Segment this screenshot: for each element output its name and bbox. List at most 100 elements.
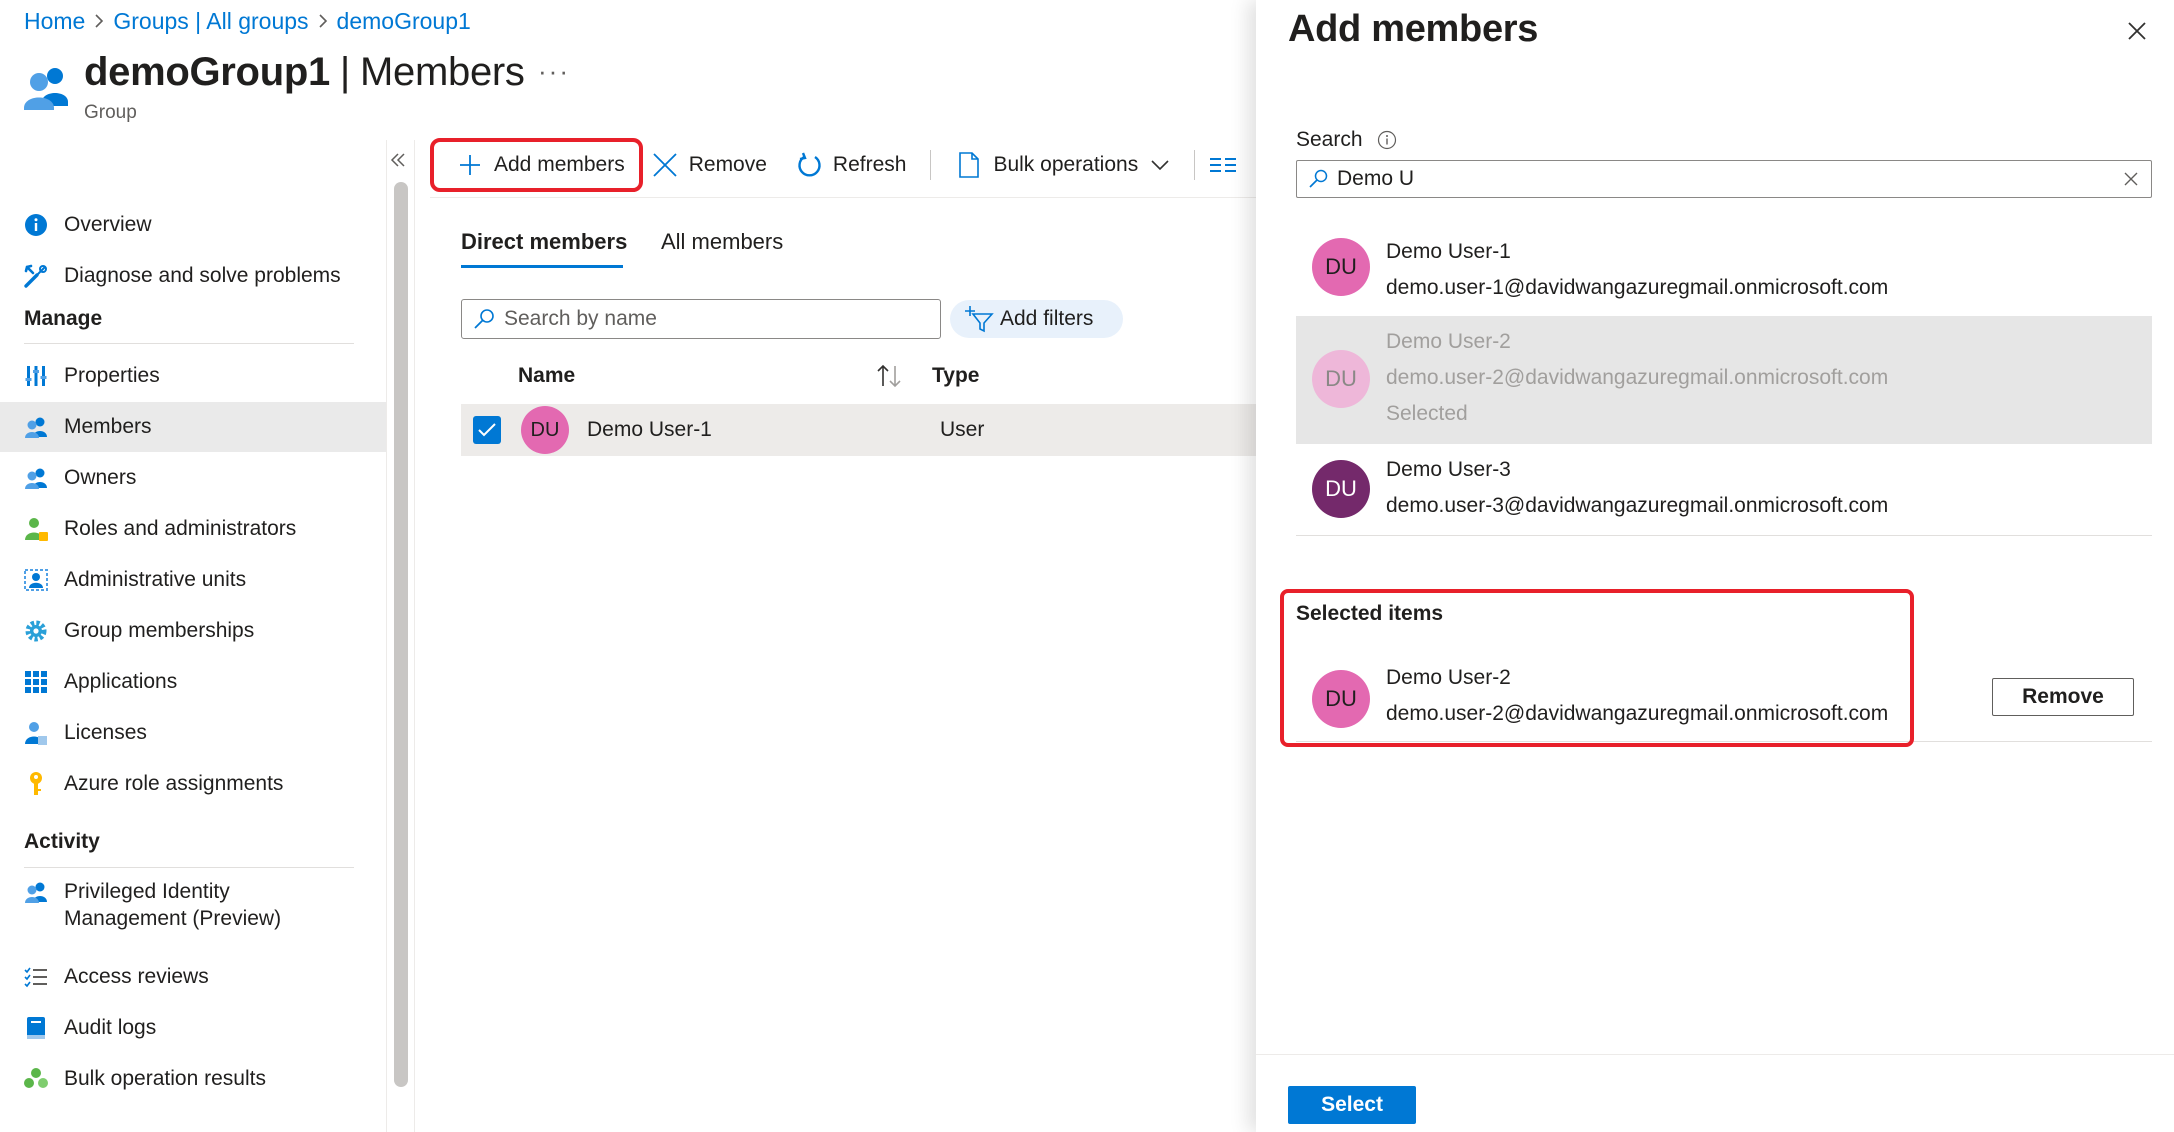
main-border — [414, 140, 415, 1132]
key-icon — [22, 770, 50, 798]
panel-search-input[interactable] — [1337, 167, 2117, 191]
sidebar-item-label: Audit logs — [64, 1016, 157, 1039]
page-title-group: demoGroup1 — [84, 50, 330, 94]
sidebar-scrollbar[interactable] — [394, 182, 408, 1087]
columns-button[interactable] — [1205, 142, 1251, 188]
refresh-icon — [795, 151, 823, 179]
chevron-right-icon — [85, 6, 113, 36]
column-header-type[interactable]: Type — [932, 364, 979, 388]
remove-button[interactable]: Remove — [645, 142, 781, 188]
row-name: Demo User-1 — [587, 418, 712, 441]
group-icon — [22, 62, 72, 112]
close-icon[interactable] — [2122, 16, 2152, 46]
checklist-icon — [22, 963, 50, 991]
search-label: Search — [1296, 128, 1397, 152]
row-checkbox[interactable] — [473, 416, 501, 444]
sidebar-item-label: Owners — [64, 466, 137, 489]
sidebar-item-members[interactable]: Members — [0, 402, 386, 452]
more-options-button[interactable]: ··· — [538, 56, 570, 87]
sidebar-item-properties[interactable]: Properties — [0, 351, 386, 401]
sort-icon[interactable] — [874, 362, 904, 390]
result-email: demo.user-1@davidwangazuregmail.onmicros… — [1386, 276, 1889, 299]
avatar: DU — [1312, 460, 1370, 518]
breadcrumb: Home Groups | All groups demoGroup1 — [24, 6, 471, 36]
toolbar-divider — [930, 150, 932, 180]
pim-icon — [22, 878, 50, 906]
sidebar-item-pim[interactable]: Privileged Identity Management (Preview) — [0, 878, 386, 938]
sidebar-item-diagnose[interactable]: Diagnose and solve problems — [0, 255, 386, 297]
add-members-panel: Add members Search DU Demo User-1 demo.u… — [1256, 0, 2174, 1132]
bulk-results-icon — [22, 1065, 50, 1093]
sidebar-item-azure-roles[interactable]: Azure role assignments — [0, 759, 386, 809]
add-members-button[interactable]: Add members — [430, 138, 643, 192]
book-icon — [22, 1014, 50, 1042]
breadcrumb-home[interactable]: Home — [24, 8, 85, 35]
result-name: Demo User-1 — [1386, 240, 1511, 263]
sidebar-item-label: Diagnose and solve problems — [64, 264, 341, 287]
sidebar-item-roles[interactable]: Roles and administrators — [0, 504, 386, 554]
sidebar-item-label: Access reviews — [64, 965, 209, 988]
sidebar-item-licenses[interactable]: Licenses — [0, 708, 386, 758]
search-result-item[interactable]: DU Demo User-3 demo.user-3@davidwangazur… — [1296, 444, 2152, 536]
select-button[interactable]: Select — [1288, 1086, 1416, 1124]
pim-label-line1: Privileged Identity — [64, 880, 230, 903]
section-divider — [24, 343, 354, 344]
sidebar-item-group-memberships[interactable]: Group memberships — [0, 606, 386, 656]
result-name: Demo User-3 — [1386, 458, 1511, 481]
highlight-box — [1280, 589, 1914, 747]
panel-title: Add members — [1288, 8, 1539, 50]
sidebar: Overview Diagnose and solve problems Man… — [0, 140, 386, 1132]
chevron-right-icon — [309, 6, 337, 36]
command-bar: Add members Remove Refresh Bulk operatio… — [430, 135, 1251, 195]
table-row[interactable]: DU Demo User-1 User — [461, 404, 1256, 456]
collapse-sidebar-button[interactable] — [386, 148, 410, 172]
admin-units-icon — [22, 566, 50, 594]
members-icon — [22, 413, 50, 441]
tab-all-members[interactable]: All members — [661, 229, 783, 255]
tab-direct-members[interactable]: Direct members — [461, 229, 627, 255]
search-result-item[interactable]: DU Demo User-1 demo.user-1@davidwangazur… — [1296, 226, 2152, 318]
apps-grid-icon — [22, 668, 50, 696]
gear-icon — [22, 617, 50, 645]
columns-icon — [1209, 151, 1237, 179]
member-search-input[interactable] — [504, 307, 924, 331]
page-title: demoGroup1 | Members — [84, 50, 525, 95]
bulk-operations-button[interactable]: Bulk operations — [941, 142, 1184, 188]
sidebar-item-audit-logs[interactable]: Audit logs — [0, 1003, 386, 1053]
sidebar-item-label: Bulk operation results — [64, 1067, 266, 1090]
sidebar-item-bulk-results[interactable]: Bulk operation results — [0, 1054, 386, 1104]
refresh-button[interactable]: Refresh — [781, 142, 921, 188]
plus-icon — [456, 151, 484, 179]
avatar: DU — [1312, 350, 1370, 408]
sidebar-item-applications[interactable]: Applications — [0, 657, 386, 707]
section-divider — [24, 867, 354, 868]
sidebar-item-access-reviews[interactable]: Access reviews — [0, 952, 386, 1002]
sidebar-item-label: Applications — [64, 670, 178, 693]
sidebar-item-admin-units[interactable]: Administrative units — [0, 555, 386, 605]
result-text: Demo User-1 demo.user-1@davidwangazuregm… — [1386, 234, 1888, 306]
breadcrumb-group[interactable]: demoGroup1 — [337, 8, 471, 35]
panel-search-box — [1296, 160, 2152, 198]
clear-search-icon[interactable] — [2121, 169, 2141, 189]
info-icon[interactable] — [1377, 130, 1397, 150]
filter-add-icon — [964, 305, 994, 333]
sidebar-item-overview[interactable]: Overview — [0, 204, 386, 246]
sidebar-item-owners[interactable]: Owners — [0, 453, 386, 503]
breadcrumb-groups[interactable]: Groups | All groups — [113, 8, 308, 35]
remove-selected-button[interactable]: Remove — [1992, 678, 2134, 716]
toolbar-divider — [1194, 150, 1196, 180]
result-name: Demo User-2 — [1386, 330, 1511, 353]
result-text: Demo User-2 demo.user-2@davidwangazuregm… — [1386, 324, 1888, 432]
sidebar-item-label: Properties — [64, 364, 160, 387]
search-result-item-selected[interactable]: DU Demo User-2 demo.user-2@davidwangazur… — [1296, 316, 2152, 444]
properties-icon — [22, 362, 50, 390]
column-header-name[interactable]: Name — [518, 364, 575, 388]
result-status: Selected — [1386, 402, 1468, 425]
owners-icon — [22, 464, 50, 492]
search-icon — [472, 307, 496, 331]
add-filters-button[interactable]: Add filters — [950, 300, 1124, 338]
tab-active-indicator — [461, 265, 623, 268]
sidebar-item-label: Administrative units — [64, 568, 247, 591]
remove-label: Remove — [688, 153, 767, 176]
chevron-down-icon — [1150, 159, 1170, 171]
